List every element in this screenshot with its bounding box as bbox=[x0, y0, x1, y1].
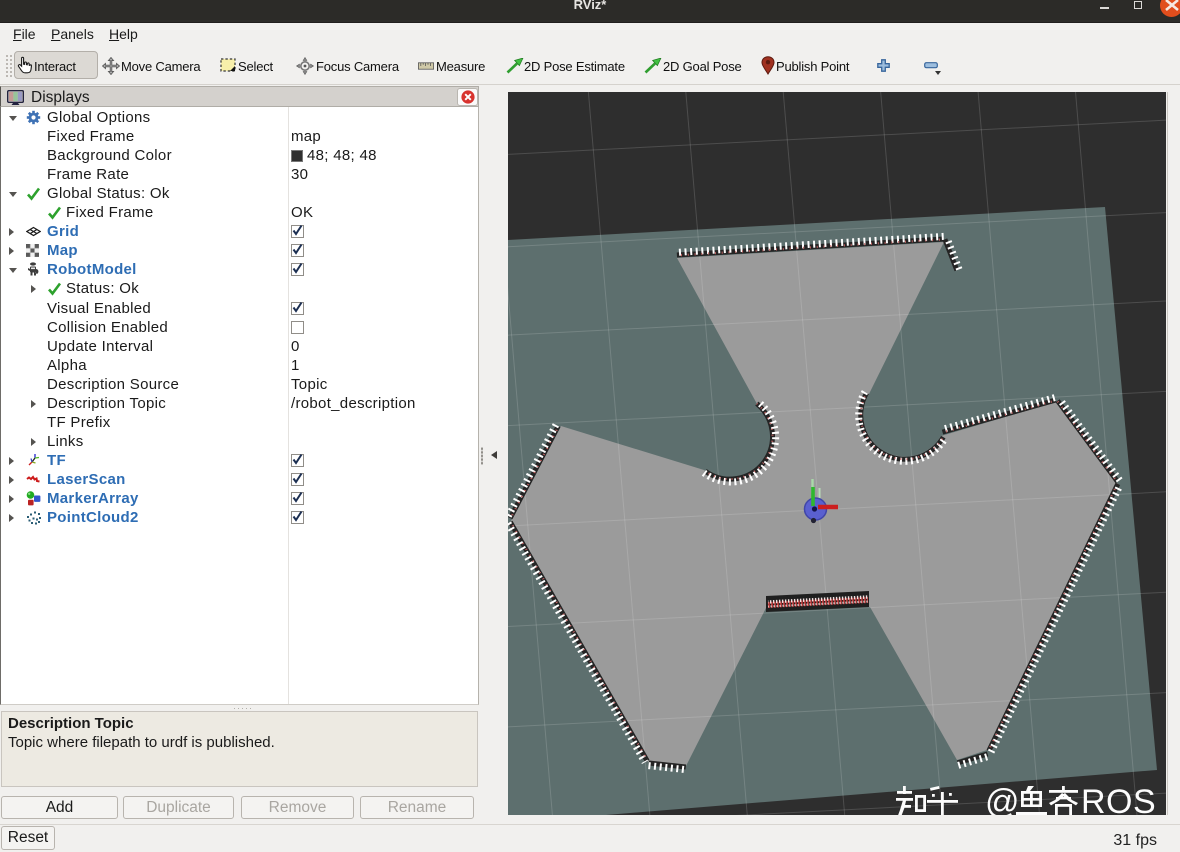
svg-text:ROS: ROS bbox=[1081, 783, 1156, 815]
svg-text:@: @ bbox=[985, 783, 1020, 815]
